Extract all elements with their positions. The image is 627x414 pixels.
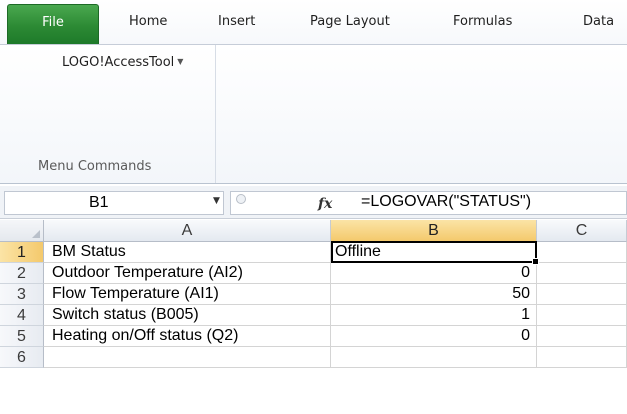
cell-a1[interactable]: BM Status [44,242,331,263]
tab-insert[interactable]: Insert [218,14,255,29]
select-all-triangle-icon [32,230,40,238]
function-wizard-circle-icon [236,194,246,204]
row-header-6[interactable]: 6 [0,347,44,368]
row-header-5[interactable]: 5 [0,326,44,347]
cell-c6[interactable] [537,347,627,368]
name-box[interactable]: B1 ▼ [4,191,224,215]
cell-a6[interactable] [44,347,331,368]
cell-b4[interactable]: 1 [331,305,537,326]
name-box-dropdown-icon[interactable]: ▼ [213,196,220,206]
fill-handle[interactable] [532,258,539,265]
cell-c1[interactable] [537,242,627,263]
row-header-2[interactable]: 2 [0,263,44,284]
column-header-c[interactable]: C [537,220,627,242]
tab-home[interactable]: Home [129,14,167,29]
tab-formulas[interactable]: Formulas [453,14,512,29]
cell-a2[interactable]: Outdoor Temperature (AI2) [44,263,331,284]
cell-b6[interactable] [331,347,537,368]
column-header-b[interactable]: B [331,220,537,242]
select-all-corner[interactable] [0,220,44,242]
row-header-1[interactable]: 1 [0,242,44,263]
row-header-4[interactable]: 4 [0,305,44,326]
column-header-a[interactable]: A [44,220,331,242]
tab-data[interactable]: Data [583,14,614,29]
ribbon-panel: LOGO!AccessTool ▼ Menu Commands [0,44,627,184]
logo-access-tool-menu-button[interactable]: LOGO!AccessTool ▼ [62,55,183,70]
ribbon-tab-bar: File Home Insert Page Layout Formulas Da… [0,0,627,46]
row-header-3[interactable]: 3 [0,284,44,305]
formula-bar: B1 ▼ [0,186,627,219]
dropdown-arrow-icon: ▼ [177,57,184,66]
cell-c3[interactable] [537,284,627,305]
cell-a3[interactable]: Flow Temperature (AI1) [44,284,331,305]
cell-b1[interactable]: Offline [331,242,537,263]
cell-c2[interactable] [537,263,627,284]
name-box-value: B1 [89,194,109,211]
cell-b2[interactable]: 0 [331,263,537,284]
formula-text: =LOGOVAR("STATUS") [361,193,532,210]
cell-c5[interactable] [537,326,627,347]
cell-a5[interactable]: Heating on/Off status (Q2) [44,326,331,347]
cell-c4[interactable] [537,305,627,326]
cell-b5[interactable]: 0 [331,326,537,347]
logo-access-tool-label: LOGO!AccessTool [62,55,175,70]
cell-b3[interactable]: 50 [331,284,537,305]
tab-page-layout[interactable]: Page Layout [310,14,390,29]
group-label: Menu Commands [38,159,152,174]
worksheet-grid: A B C 1 BM Status Offline 2 Outdoor Temp… [0,220,627,414]
tab-file[interactable]: File [7,4,99,44]
cell-a4[interactable]: Switch status (B005) [44,305,331,326]
menu-commands-group: LOGO!AccessTool ▼ Menu Commands [0,45,216,183]
insert-function-icon[interactable]: fx [318,196,332,212]
